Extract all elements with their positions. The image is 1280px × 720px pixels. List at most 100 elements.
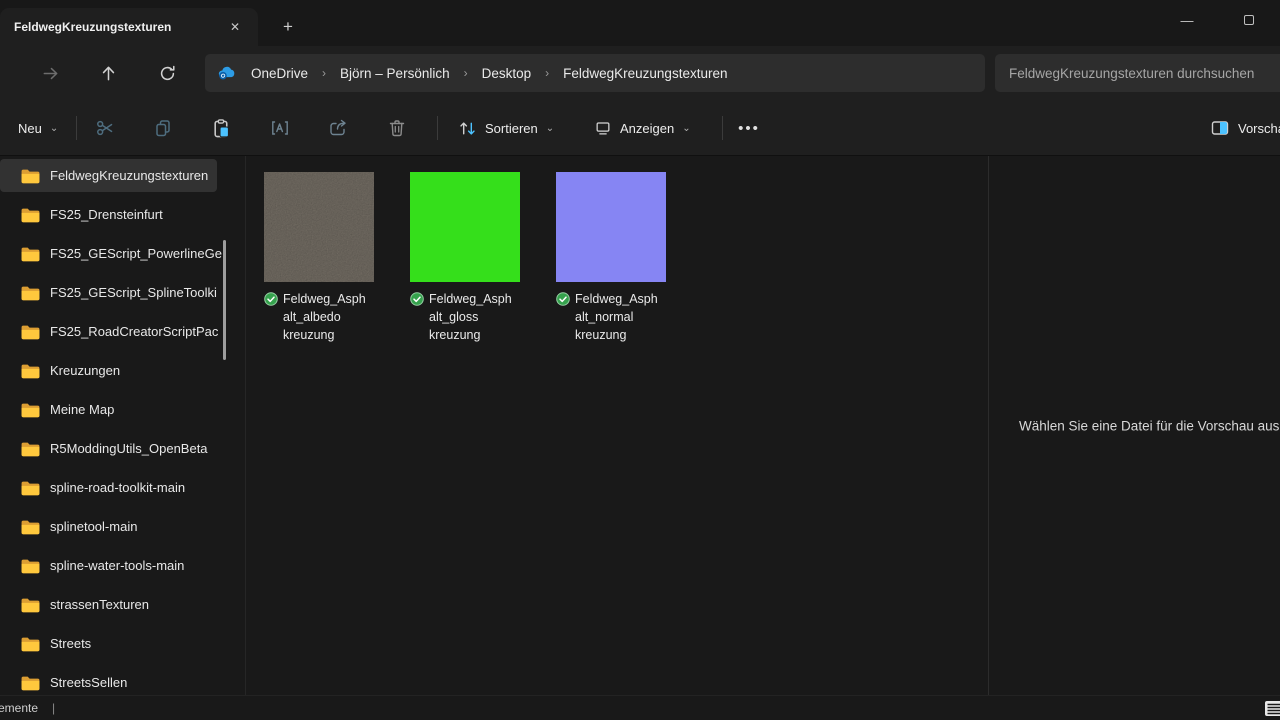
file-name-line: alt_gloss <box>429 308 522 326</box>
command-bar: Neu ⌄ Sortieren ⌄ Anzeigen ⌄ ••• Vorscha… <box>0 100 1280 156</box>
cut-icon <box>95 118 115 138</box>
breadcrumb: OneDrive › Björn – Persönlich › Desktop … <box>205 54 985 92</box>
preview-toggle-button[interactable]: Vorschau <box>1200 111 1280 145</box>
refresh-icon <box>158 64 177 83</box>
normal-texture-thumbnail[interactable] <box>556 172 666 282</box>
file-name: Feldweg_Asph alt_albedo kreuzung <box>264 290 376 344</box>
navigation-bar: OneDrive › Björn – Persönlich › Desktop … <box>0 46 1280 100</box>
share-icon <box>328 118 348 138</box>
details-view-button[interactable] <box>1264 700 1280 717</box>
sidebar-item-label: spline-water-tools-main <box>50 558 184 573</box>
tab-close-icon[interactable]: ✕ <box>222 15 248 39</box>
copy-button[interactable] <box>142 111 184 145</box>
sidebar-item-label: FS25_GEScript_PowerlineGe <box>50 246 222 261</box>
more-options-button[interactable]: ••• <box>728 111 770 145</box>
tab-title: FeldwegKreuzungstexturen <box>14 20 222 34</box>
maximize-button[interactable] <box>1218 0 1280 40</box>
share-button[interactable] <box>317 111 359 145</box>
tab-feldwegkreuzungstexturen[interactable]: FeldwegKreuzungstexturen ✕ <box>0 8 258 46</box>
file-name-line: Feldweg_Asph <box>429 290 522 308</box>
cut-button[interactable] <box>84 111 126 145</box>
sidebar-item-strassentexturen[interactable]: › strassenTexturen <box>0 585 245 624</box>
sidebar-item-streetssellen[interactable]: › StreetsSellen <box>0 663 245 695</box>
breadcrumb-item-desktop[interactable]: Desktop <box>476 63 538 84</box>
sidebar-item-fs25-roadcreator[interactable]: › FS25_RoadCreatorScriptPac <box>0 312 245 351</box>
file-name-line: alt_normal <box>575 308 668 326</box>
sidebar-item-label: FS25_RoadCreatorScriptPac <box>50 324 218 339</box>
sidebar-item-fs25-gescript-powerline[interactable]: › FS25_GEScript_PowerlineGe <box>0 234 245 273</box>
view-button-label: Anzeigen <box>620 121 674 136</box>
folder-icon <box>20 245 41 262</box>
file-list[interactable]: Feldweg_Asph alt_albedo kreuzung Feldweg… <box>246 156 988 695</box>
file-name: Feldweg_Asph alt_gloss kreuzung <box>410 290 522 344</box>
refresh-button[interactable] <box>152 59 182 87</box>
status-divider: | <box>52 701 55 715</box>
file-name-line: Feldweg_Asph <box>283 290 376 308</box>
sidebar-item-splinetool-main[interactable]: › splinetool-main <box>0 507 245 546</box>
search-box <box>995 54 1280 92</box>
more-options-icon: ••• <box>738 120 760 137</box>
sidebar-item-r5moddingutils[interactable]: › R5ModdingUtils_OpenBeta <box>0 429 245 468</box>
sidebar-item-label: StreetsSellen <box>50 675 127 690</box>
chevron-down-icon: ⌄ <box>50 123 58 134</box>
new-button-label: Neu <box>18 121 42 136</box>
folder-icon <box>20 284 41 301</box>
folder-icon <box>20 635 41 652</box>
new-tab-button[interactable]: + <box>274 14 302 40</box>
sidebar-item-spline-road-toolkit[interactable]: › spline-road-toolkit-main <box>0 468 245 507</box>
up-button[interactable] <box>93 59 123 87</box>
toolbar-divider <box>437 116 438 140</box>
onedrive-synced-icon <box>410 292 424 306</box>
texture-noise-overlay <box>264 172 374 282</box>
sidebar-item-spline-water-tools[interactable]: › spline-water-tools-main <box>0 546 245 585</box>
file-name-line: alt_albedo <box>283 308 376 326</box>
file-tile-normal[interactable]: Feldweg_Asph alt_normal kreuzung <box>556 172 668 344</box>
file-name-line: kreuzung <box>429 326 522 344</box>
preview-toggle-label: Vorschau <box>1238 121 1280 136</box>
breadcrumb-item-persoenlich[interactable]: Björn – Persönlich <box>334 63 456 84</box>
file-tile-gloss[interactable]: Feldweg_Asph alt_gloss kreuzung <box>410 172 522 344</box>
sort-button[interactable]: Sortieren ⌄ <box>448 111 564 145</box>
delete-button[interactable] <box>376 111 418 145</box>
breadcrumb-item-onedrive[interactable]: OneDrive <box>245 63 314 84</box>
minimize-button[interactable]: — <box>1156 0 1218 40</box>
forward-arrow-icon <box>41 64 60 83</box>
file-name-line: kreuzung <box>283 326 376 344</box>
folder-icon <box>20 362 41 379</box>
gloss-texture-thumbnail[interactable] <box>410 172 520 282</box>
folder-icon <box>20 323 41 340</box>
rename-button[interactable] <box>259 111 301 145</box>
file-tile-albedo[interactable]: Feldweg_Asph alt_albedo kreuzung <box>264 172 376 344</box>
file-name-line: kreuzung <box>575 326 668 344</box>
sidebar-item-fs25-gescript-splinetoolkit[interactable]: › FS25_GEScript_SplineToolki <box>0 273 245 312</box>
forward-button[interactable] <box>35 59 65 87</box>
sidebar-scrollbar-thumb[interactable] <box>223 240 226 360</box>
sidebar-item-label: FS25_GEScript_SplineToolki <box>50 285 217 300</box>
sidebar-item-feldwegkreuzungstexturen[interactable]: › FeldwegKreuzungstexturen <box>0 156 245 195</box>
breadcrumb-item-current-folder[interactable]: FeldwegKreuzungstexturen <box>557 63 733 84</box>
preview-pane-icon <box>1210 118 1230 138</box>
paste-icon <box>211 118 232 139</box>
file-name: Feldweg_Asph alt_normal kreuzung <box>556 290 668 344</box>
search-input[interactable] <box>995 66 1280 81</box>
sidebar-item-fs25-drensteinfurt[interactable]: › FS25_Drensteinfurt <box>0 195 245 234</box>
preview-pane: Wählen Sie eine Datei für die Vorschau a… <box>988 156 1280 695</box>
paste-button[interactable] <box>200 111 242 145</box>
albedo-texture-thumbnail[interactable] <box>264 172 374 282</box>
sidebar-item-kreuzungen[interactable]: › Kreuzungen <box>0 351 245 390</box>
folder-icon <box>20 440 41 457</box>
chevron-down-icon: ⌄ <box>682 123 690 134</box>
view-button[interactable]: Anzeigen ⌄ <box>584 111 701 145</box>
onedrive-synced-icon <box>264 292 278 306</box>
item-count-text: emente <box>0 701 38 715</box>
file-tiles: Feldweg_Asph alt_albedo kreuzung Feldweg… <box>264 172 668 344</box>
delete-icon <box>387 118 407 138</box>
new-button[interactable]: Neu ⌄ <box>6 111 70 145</box>
folder-icon <box>20 596 41 613</box>
sidebar-item-meine-map[interactable]: › Meine Map <box>0 390 245 429</box>
onedrive-icon <box>217 65 237 81</box>
sort-button-label: Sortieren <box>485 121 538 136</box>
sidebar-item-streets[interactable]: › Streets <box>0 624 245 663</box>
title-bar: FeldwegKreuzungstexturen ✕ + — <box>0 0 1280 46</box>
view-icon <box>594 119 612 137</box>
